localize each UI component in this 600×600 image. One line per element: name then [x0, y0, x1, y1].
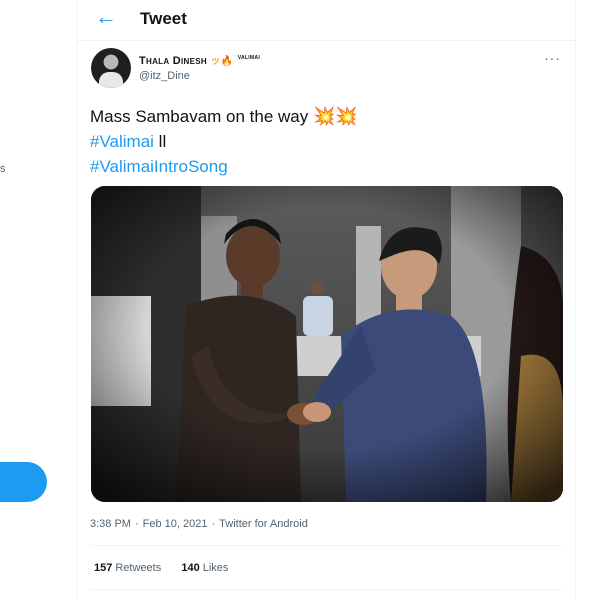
tweet-text-line-1: Mass Sambavam on the way 💥💥	[90, 106, 358, 127]
retweets-stat[interactable]: 157 Retweets	[94, 562, 161, 574]
tweet-source[interactable]: Twitter for Android	[219, 518, 308, 530]
left-sidebar: s	[0, 0, 76, 600]
tweet-text-line-3: #ValimaiIntroSong	[90, 157, 228, 177]
author-name-row[interactable]: Thala Dinesh ッ🔥 valimai	[139, 52, 260, 67]
display-name[interactable]: Thala Dinesh	[139, 55, 207, 67]
name-emoji: ッ🔥	[210, 56, 234, 67]
photo-illustration	[91, 186, 563, 502]
hashtag-valimai-intro-song[interactable]: #ValimaiIntroSong	[90, 157, 228, 176]
sidebar-fragment-text: s	[0, 163, 6, 175]
likes-count: 140	[181, 562, 200, 574]
tweet-button[interactable]	[0, 462, 47, 502]
avatar[interactable]	[91, 48, 131, 88]
page-header: ← Tweet	[77, 0, 575, 41]
divider	[90, 545, 562, 546]
name-suffix: valimai	[237, 54, 261, 62]
tweet-text: Mass Sambavam on the way	[90, 107, 309, 126]
likes-label: Likes	[202, 562, 229, 574]
tweet-stats: 157 Retweets 140 Likes	[94, 562, 228, 574]
tweet-detail-column: ← Tweet Thala Dinesh ッ🔥 valimai @itz_Din…	[76, 0, 576, 600]
page-title: Tweet	[140, 9, 187, 28]
collision-emoji-icon: 💥💥	[313, 106, 358, 126]
tweet-photo[interactable]	[91, 186, 563, 502]
tweet-text-line-2: #Valimai ll	[90, 132, 166, 152]
divider	[90, 589, 562, 590]
retweets-count: 157	[94, 562, 113, 574]
hashtag-suffix: ll	[153, 132, 167, 151]
hashtag-valimai[interactable]: #Valimai	[90, 132, 154, 151]
retweets-label: Retweets	[115, 562, 162, 574]
tweet-time[interactable]: 3:38 PM	[90, 518, 131, 530]
tweet-metadata: 3:38 PM · Feb 10, 2021 · Twitter for Android	[90, 518, 308, 530]
more-options-icon[interactable]: ···	[544, 50, 561, 66]
tweet-date[interactable]: Feb 10, 2021	[143, 518, 208, 530]
back-arrow-icon[interactable]: ←	[95, 6, 117, 28]
likes-stat[interactable]: 140 Likes	[181, 562, 228, 574]
author-handle[interactable]: @itz_Dine	[139, 70, 190, 82]
